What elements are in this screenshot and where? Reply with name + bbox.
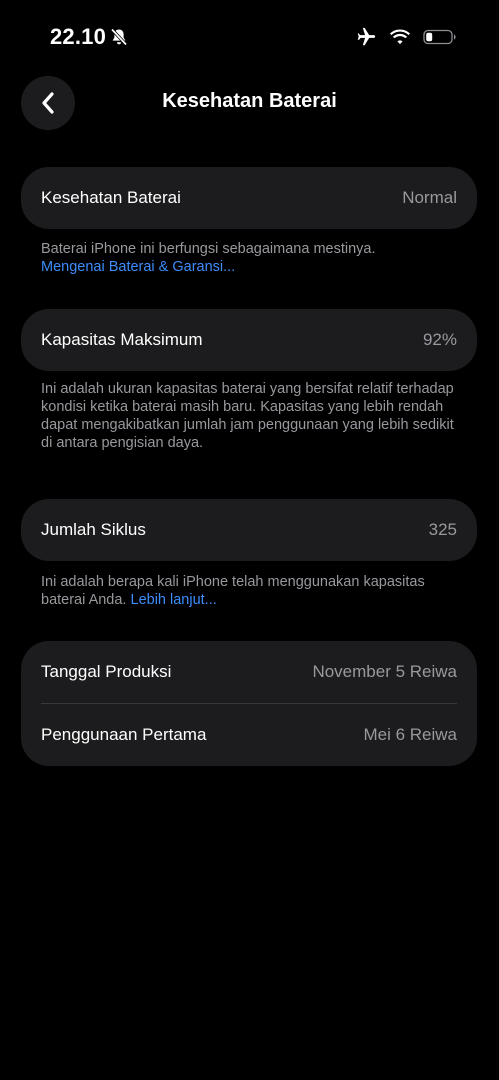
max-capacity-label: Kapasitas Maksimum [41, 330, 203, 349]
manufacture-date-row: Tanggal Produksi November 5 Reiwa [21, 641, 477, 703]
max-capacity-row: Kapasitas Maksimum 92% [21, 309, 477, 371]
first-use-label: Penggunaan Pertama [41, 725, 207, 744]
battery-health-footnote: Baterai iPhone ini berfungsi sebagaimana… [41, 240, 461, 276]
cycle-count-value: 325 [428, 520, 457, 539]
first-use-value: Mei 6 Reiwa [363, 725, 457, 744]
max-capacity-card: Kapasitas Maksimum 92% [21, 309, 477, 371]
bell-slash-icon [110, 28, 128, 46]
max-capacity-footnote: Ini adalah ukuran kapasitas baterai yang… [41, 381, 454, 451]
battery-warranty-link[interactable]: Mengenai Baterai & Garansi... [41, 259, 235, 275]
manufacture-date-value: November 5 Reiwa [312, 662, 457, 681]
first-use-row: Penggunaan Pertama Mei 6 Reiwa [21, 704, 477, 766]
airplane-icon [357, 27, 376, 46]
learn-more-link[interactable]: Lebih lanjut... [131, 592, 217, 608]
status-time: 22.10 [50, 24, 107, 49]
page-title: Kesehatan Baterai [162, 90, 337, 112]
cycle-count-row: Jumlah Siklus 325 [21, 499, 477, 561]
cycle-count-description: Ini adalah berapa kali iPhone telah meng… [41, 574, 425, 608]
cycle-count-footnote: Ini adalah berapa kali iPhone telah meng… [41, 573, 461, 609]
wifi-icon [390, 29, 410, 45]
battery-health-row: Kesehatan Baterai Normal [21, 167, 477, 229]
status-icons [355, 26, 457, 48]
cycle-count-card: Jumlah Siklus 325 [21, 499, 477, 561]
battery-health-label: Kesehatan Baterai [41, 188, 181, 207]
dates-card: Tanggal Produksi November 5 Reiwa Penggu… [21, 641, 477, 766]
battery-health-description: Baterai iPhone ini berfungsi sebagaimana… [41, 241, 376, 257]
battery-health-card: Kesehatan Baterai Normal [21, 167, 477, 229]
max-capacity-value: 92% [422, 330, 457, 349]
manufacture-date-label: Tanggal Produksi [41, 662, 172, 681]
status-time-group: 22.10 [50, 24, 129, 50]
battery-icon [423, 29, 456, 45]
status-bar: 22.10 [0, 0, 499, 70]
cycle-count-label: Jumlah Siklus [41, 520, 146, 539]
battery-health-value: Normal [402, 188, 457, 207]
